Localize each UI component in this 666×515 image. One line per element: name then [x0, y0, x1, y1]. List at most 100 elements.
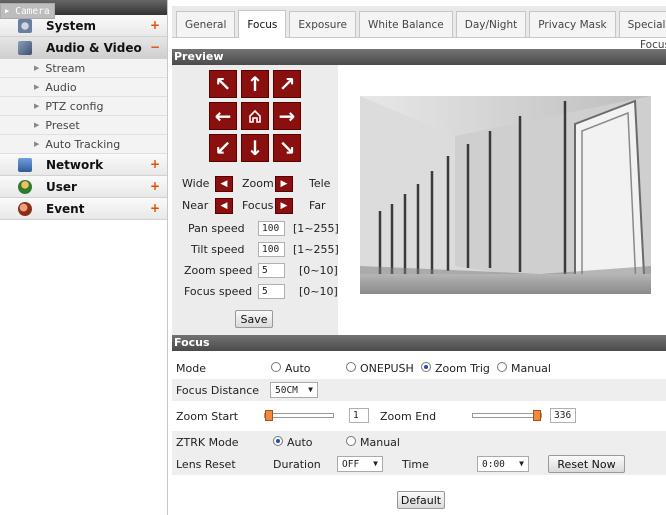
tab-bar: General Focus Exposure White Balance Day… [172, 6, 666, 38]
mode-zoom-trig-radio[interactable] [421, 362, 431, 372]
collapse-icon[interactable]: − [150, 40, 160, 54]
expand-icon[interactable]: + [150, 179, 160, 193]
sidebar-section-label: User [46, 179, 77, 194]
sidebar-item-label: Stream [45, 61, 86, 75]
ztrk-auto-label: Auto [287, 436, 313, 449]
tab-general[interactable]: General [176, 11, 236, 37]
dropdown-arrow-icon: ▼ [519, 459, 524, 468]
tab-privacy-mask[interactable]: Privacy Mask [529, 11, 616, 37]
arrow-left-icon[interactable]: ← [209, 102, 237, 130]
gear-icon [18, 18, 32, 33]
sidebar-item-ptz-config[interactable]: ▶ PTZ config [0, 97, 167, 116]
time-select[interactable]: 0:00 ▼ [477, 456, 529, 472]
sidebar-item-audio[interactable]: ▶ Audio [0, 78, 167, 97]
main-panel: General Focus Exposure White Balance Day… [172, 6, 666, 515]
sidebar-item-label: PTZ config [45, 99, 104, 113]
arrow-down-icon[interactable]: ↓ [241, 134, 269, 162]
sidebar-section-network[interactable]: Network + [0, 154, 167, 176]
focus-speed-label: Focus speed [184, 285, 253, 298]
focus-row: Near ◀ Focus ▶ Far [172, 197, 338, 215]
tab-exposure[interactable]: Exposure [289, 11, 356, 37]
expand-icon[interactable]: + [150, 157, 160, 171]
sidebar-item-camera[interactable]: ▶ Camera [0, 3, 55, 19]
far-label: Far [309, 199, 326, 212]
tilt-speed-input[interactable]: 100 [258, 242, 285, 257]
zoom-speed-input[interactable]: 5 [258, 263, 285, 278]
user-icon [18, 179, 32, 194]
slider-handle[interactable] [265, 410, 273, 421]
sidebar-section-user[interactable]: User + [0, 176, 167, 198]
sidebar-item-label: Camera [15, 5, 50, 17]
duration-value: OFF [342, 459, 360, 470]
zoom-end-input[interactable]: 336 [550, 408, 576, 423]
expand-icon[interactable]: + [150, 18, 160, 32]
zoom-end-slider[interactable] [472, 410, 542, 421]
focus-near-button[interactable]: ◀ [215, 198, 233, 214]
tab-white-balance[interactable]: White Balance [359, 11, 453, 37]
zoom-speed-range: [0~10] [299, 264, 338, 277]
slider-handle[interactable] [533, 410, 541, 421]
focus-speed-range: [0~10] [299, 285, 338, 298]
tab-special[interactable]: Special [618, 11, 666, 37]
mode-row: Mode Auto ONEPUSH Zoom Trig Manual [172, 357, 666, 379]
focus-speed-row: Focus speed 5 [0~10] [172, 283, 338, 301]
zoom-label: Zoom [242, 177, 274, 190]
arrow-right-icon[interactable]: → [273, 102, 301, 130]
triangle-right-icon: ▶ [5, 7, 10, 15]
sidebar-section-label: Audio & Video [46, 40, 142, 55]
sidebar-section-event[interactable]: Event + [0, 198, 167, 220]
triangle-right-icon: ▶ [34, 83, 40, 91]
wide-label: Wide [182, 177, 210, 190]
ztrk-auto-radio[interactable] [273, 436, 283, 446]
zoom-tele-button[interactable]: ▶ [275, 176, 293, 192]
tab-focus[interactable]: Focus [238, 10, 287, 38]
zoom-start-input[interactable]: 1 [349, 408, 369, 423]
duration-select[interactable]: OFF ▼ [337, 456, 383, 472]
reset-now-button[interactable]: Reset Now [548, 455, 625, 473]
arrow-down-left-icon[interactable]: ↙ [209, 134, 237, 162]
arrow-up-left-icon[interactable]: ↖ [209, 70, 237, 98]
tilt-speed-range: [1~255] [293, 243, 339, 256]
mode-manual-label: Manual [511, 362, 551, 375]
zoom-speed-row: Zoom speed 5 [0~10] [172, 262, 338, 280]
sidebar-item-auto-tracking[interactable]: ▶ Auto Tracking [0, 135, 167, 154]
sidebar-item-preset[interactable]: ▶ Preset [0, 116, 167, 135]
sidebar-section-audio-video[interactable]: Audio & Video − [0, 37, 167, 59]
zoom-wide-button[interactable]: ◀ [215, 176, 233, 192]
arrow-down-right-icon[interactable]: ↘ [273, 134, 301, 162]
pan-speed-input[interactable]: 100 [258, 221, 285, 236]
save-button[interactable]: Save [235, 310, 273, 328]
sidebar-section-label: Network [46, 157, 104, 172]
arrow-up-right-icon[interactable]: ↗ [273, 70, 301, 98]
sidebar-item-stream[interactable]: ▶ Stream [0, 59, 167, 78]
dropdown-arrow-icon: ▼ [373, 459, 378, 468]
expand-icon[interactable]: + [150, 201, 160, 215]
pan-speed-label: Pan speed [188, 222, 245, 235]
sidebar-item-label: Audio [45, 80, 77, 94]
tele-label: Tele [309, 177, 331, 190]
time-value: 0:00 [482, 459, 505, 470]
zoom-start-slider[interactable] [264, 410, 334, 421]
focus-distance-row: Focus Distance 50CM ▼ [172, 379, 666, 401]
mode-label: Mode [176, 362, 206, 375]
dropdown-arrow-icon: ▼ [308, 385, 313, 394]
focus-label: Focus [242, 199, 274, 212]
sidebar: Menu System + Audio & Video − ▶Camera ▶S… [0, 0, 168, 515]
mode-onepush-label: ONEPUSH [360, 362, 414, 375]
home-icon[interactable] [241, 102, 269, 130]
pan-speed-range: [1~255] [293, 222, 339, 235]
arrow-up-icon[interactable]: ↑ [241, 70, 269, 98]
mode-manual-radio[interactable] [497, 362, 507, 372]
tab-day-night[interactable]: Day/Night [455, 11, 527, 37]
focus-distance-select[interactable]: 50CM ▼ [270, 382, 318, 398]
focus-speed-input[interactable]: 5 [258, 284, 285, 299]
ptz-control-panel: ↖ ↑ ↗ ← → ↙ ↓ ↘ Wide ◀ Zoom ▶ Tele Near … [172, 65, 339, 335]
mode-auto-label: Auto [285, 362, 311, 375]
mode-auto-radio[interactable] [271, 362, 281, 372]
ztrk-manual-radio[interactable] [346, 436, 356, 446]
zoom-range-row: Zoom Start 1 Zoom End 336 [172, 405, 666, 427]
sidebar-section-label: System [46, 18, 96, 33]
default-button[interactable]: Default [397, 491, 445, 509]
focus-far-button[interactable]: ▶ [275, 198, 293, 214]
mode-onepush-radio[interactable] [346, 362, 356, 372]
